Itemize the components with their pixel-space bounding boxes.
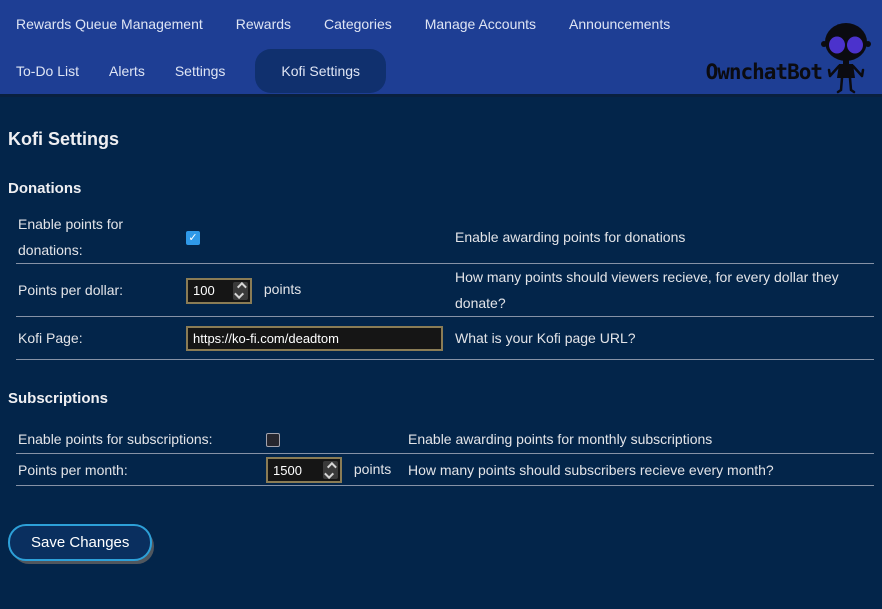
brand-logo: OwnchatBot — [706, 18, 874, 99]
points-per-dollar-input[interactable] — [188, 280, 231, 302]
table-row: Kofi Page: What is your Kofi page URL? — [16, 317, 874, 360]
points-per-month-input[interactable] — [268, 459, 321, 481]
table-row: Points per dollar: points How many point… — [16, 264, 874, 317]
subscriptions-settings-table: Enable points for subscriptions: Enable … — [16, 425, 874, 486]
donations-section-title: Donations — [8, 180, 874, 197]
enable-donation-points-description: Enable awarding points for donations — [455, 224, 874, 250]
kofi-page-label: Kofi Page: — [16, 325, 186, 351]
robot-mascot-icon — [818, 18, 874, 99]
save-changes-button[interactable]: Save Changes — [8, 524, 152, 561]
kofi-page-description: What is your Kofi page URL? — [455, 325, 874, 351]
points-per-month-label: Points per month: — [16, 457, 266, 483]
nav-item-kofi-settings-active[interactable]: Kofi Settings — [255, 49, 386, 93]
nav-item-manage-accounts[interactable]: Manage Accounts — [425, 16, 536, 32]
top-navigation: Rewards Queue Management Rewards Categor… — [0, 0, 882, 97]
nav-item-categories[interactable]: Categories — [324, 16, 392, 32]
enable-donation-points-checkbox[interactable]: ✓ — [186, 231, 200, 245]
number-spinner[interactable] — [233, 282, 248, 300]
brand-logo-text: OwnchatBot — [706, 60, 822, 84]
table-row: Enable points for subscriptions: Enable … — [16, 425, 874, 454]
table-row: Points per month: points How many points… — [16, 454, 874, 486]
nav-item-rewards-queue-management[interactable]: Rewards Queue Management — [16, 16, 203, 32]
nav-item-alerts[interactable]: Alerts — [109, 63, 145, 79]
points-suffix-label: points — [264, 281, 301, 297]
nav-item-todo-list[interactable]: To-Do List — [16, 63, 79, 79]
main-content: Kofi Settings Donations Enable points fo… — [0, 129, 882, 561]
page-title: Kofi Settings — [8, 129, 874, 150]
nav-item-rewards[interactable]: Rewards — [236, 16, 291, 32]
nav-item-announcements[interactable]: Announcements — [569, 16, 670, 32]
points-suffix-label: points — [354, 461, 391, 477]
points-per-month-input-wrap — [266, 457, 342, 483]
points-per-dollar-description: How many points should viewers recieve, … — [455, 264, 874, 316]
enable-subscription-points-label: Enable points for subscriptions: — [16, 426, 266, 452]
enable-subscription-points-description: Enable awarding points for monthly subsc… — [408, 426, 874, 452]
points-per-dollar-label: Points per dollar: — [16, 277, 186, 303]
donations-settings-table: Enable points for donations: ✓ Enable aw… — [16, 211, 874, 360]
points-per-dollar-input-wrap — [186, 278, 252, 304]
subscriptions-section-title: Subscriptions — [8, 390, 874, 407]
table-row: Enable points for donations: ✓ Enable aw… — [16, 211, 874, 264]
number-spinner[interactable] — [323, 461, 338, 479]
points-per-month-description: How many points should subscribers recie… — [408, 457, 874, 483]
kofi-page-url-input[interactable] — [186, 326, 443, 351]
enable-donation-points-label: Enable points for donations: — [16, 211, 186, 263]
enable-subscription-points-checkbox[interactable] — [266, 433, 280, 447]
nav-item-settings[interactable]: Settings — [175, 63, 226, 79]
